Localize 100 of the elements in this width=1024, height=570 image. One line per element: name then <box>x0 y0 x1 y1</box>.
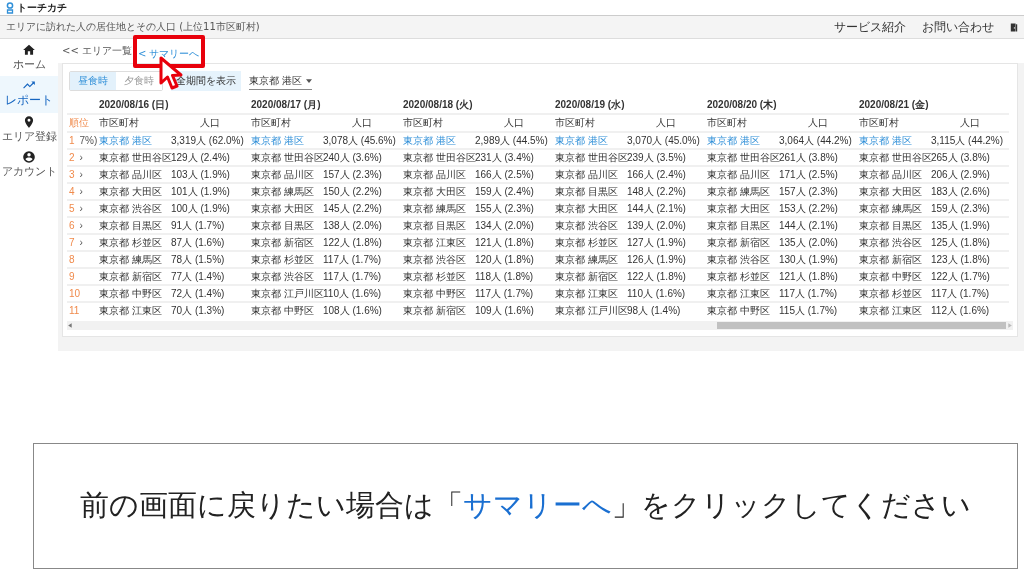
show-all-button[interactable]: 全期間を表示 <box>171 71 241 91</box>
sidebar-item[interactable]: アカウント <box>0 148 58 183</box>
population-value: 3,070人 (45.0%) <box>627 134 700 146</box>
home-icon <box>22 43 36 57</box>
area-dropdown[interactable]: 東京都 港区 <box>249 72 313 90</box>
column-header: 人口 <box>960 117 980 128</box>
population-value: 240人 (3.6%) <box>323 151 382 163</box>
rank-number: 7 <box>69 237 75 248</box>
population-value: 117人 (1.7%) <box>779 287 838 299</box>
area-name: 東京都 江東区 <box>707 287 770 299</box>
population-value: 139人 (2.0%) <box>627 219 686 231</box>
area-link[interactable]: 東京都 港区 <box>251 134 304 146</box>
area-list-link[interactable]: << エリア一覧 <box>62 44 132 58</box>
area-name: 東京都 江東区 <box>555 287 618 299</box>
sidebar-item[interactable]: エリア登録 <box>0 113 58 148</box>
population-value: 118人 (1.8%) <box>475 270 534 282</box>
population-value: 121人 (1.8%) <box>779 270 838 282</box>
population-value: 239人 (3.5%) <box>627 151 686 163</box>
area-link[interactable]: 東京都 港区 <box>859 134 912 146</box>
area-name: 東京都 品川区 <box>99 168 162 180</box>
header-link[interactable]: お問い合わせ <box>922 18 994 36</box>
area-name: 東京都 江東区 <box>99 304 162 316</box>
population-value: 110人 (1.6%) <box>323 287 382 299</box>
area-name: 東京都 新宿区 <box>859 253 922 265</box>
area-name: 東京都 渋谷区 <box>555 219 618 231</box>
population-value: 109人 (1.6%) <box>475 304 534 316</box>
area-name: 東京都 大田区 <box>403 185 466 197</box>
population-value: 265人 (3.8%) <box>931 151 990 163</box>
population-value: 2,989人 (44.5%) <box>475 134 548 146</box>
area-name: 東京都 渋谷区 <box>251 270 314 282</box>
overflow-text: › <box>79 169 83 180</box>
column-header: 市区町村 <box>707 117 747 128</box>
overflow-text: › <box>79 220 83 231</box>
location-pin-icon <box>22 115 36 129</box>
population-value: 3,064人 (44.2%) <box>779 134 852 146</box>
population-value: 157人 (2.3%) <box>323 168 382 180</box>
sidebar-item[interactable]: ホーム <box>0 41 58 76</box>
population-value: 159人 (2.4%) <box>475 185 534 197</box>
area-name: 東京都 新宿区 <box>403 304 466 316</box>
column-header: 人口 <box>656 117 676 128</box>
page-title: エリアに訪れた人の居住地とその人口 (上位11市区町村) <box>6 20 260 34</box>
population-value: 112人 (1.6%) <box>931 304 990 316</box>
overflow-text: › <box>79 186 83 197</box>
area-name: 東京都 世田谷区 <box>251 151 324 163</box>
area-name: 東京都 中野区 <box>251 304 314 316</box>
area-name: 東京都 目黒区 <box>859 219 922 231</box>
population-value: 100人 (1.9%) <box>171 202 230 214</box>
population-value: 135人 (1.9%) <box>931 219 990 231</box>
area-name: 東京都 練馬区 <box>555 253 618 265</box>
rank-number: 11 <box>69 305 80 316</box>
area-link[interactable]: 東京都 港区 <box>707 134 760 146</box>
horizontal-scrollbar[interactable] <box>67 321 1013 330</box>
population-value: 129人 (2.4%) <box>171 151 230 163</box>
column-header: 市区町村 <box>251 117 291 128</box>
population-value: 120人 (1.8%) <box>475 253 534 265</box>
population-value: 117人 (1.7%) <box>323 253 382 265</box>
population-value: 122人 (1.8%) <box>627 270 686 282</box>
population-value: 126人 (1.9%) <box>627 253 686 265</box>
population-value: 150人 (2.2%) <box>323 185 382 197</box>
population-value: 3,078人 (45.6%) <box>323 134 396 146</box>
column-header: 市区町村 <box>99 117 139 128</box>
area-name: 東京都 大田区 <box>859 185 922 197</box>
area-name: 東京都 練馬区 <box>99 253 162 265</box>
population-value: 171人 (2.5%) <box>779 168 838 180</box>
summary-link[interactable]: < サマリーへ <box>137 47 200 59</box>
rank-number: 9 <box>69 271 75 282</box>
area-link[interactable]: 東京都 港区 <box>99 134 152 146</box>
area-name: 東京都 目黒区 <box>251 219 314 231</box>
area-name: 東京都 杉並区 <box>859 287 922 299</box>
app-logo: トーチカチ <box>17 2 67 13</box>
population-value: 206人 (2.9%) <box>931 168 990 180</box>
area-name: 東京都 大田区 <box>555 202 618 214</box>
area-name: 東京都 目黒区 <box>707 219 770 231</box>
sidebar-item[interactable]: レポート <box>0 76 58 113</box>
toggle-button[interactable]: 昼食時 <box>70 72 116 90</box>
area-name: 東京都 練馬区 <box>403 202 466 214</box>
area-name: 東京都 渋谷区 <box>707 253 770 265</box>
area-name: 東京都 江東区 <box>859 304 922 316</box>
population-value: 166人 (2.5%) <box>475 168 534 180</box>
population-value: 98人 (1.4%) <box>627 304 681 316</box>
area-name: 東京都 江東区 <box>403 236 466 248</box>
account-icon <box>22 150 36 164</box>
area-name: 東京都 新宿区 <box>251 236 314 248</box>
header-link[interactable]: サービス紹介 <box>834 18 906 36</box>
population-value: 159人 (2.3%) <box>931 202 990 214</box>
rank-number: 3 <box>69 169 75 180</box>
scroll-left-icon[interactable] <box>67 322 74 329</box>
area-name: 東京都 渋谷区 <box>99 202 162 214</box>
area-name: 東京都 練馬区 <box>707 185 770 197</box>
population-value: 72人 (1.4%) <box>171 287 225 299</box>
area-link[interactable]: 東京都 港区 <box>403 134 456 146</box>
overflow-text: 7%) <box>79 135 98 146</box>
rank-number: 2 <box>69 152 75 163</box>
population-value: 3,115人 (44.2%) <box>931 134 1004 146</box>
rank-number: 10 <box>69 288 81 299</box>
date-header: 2020/08/18 (火) <box>403 99 473 110</box>
column-header: 市区町村 <box>859 117 899 128</box>
area-link[interactable]: 東京都 港区 <box>555 134 608 146</box>
door-icon[interactable] <box>1010 21 1018 33</box>
date-header: 2020/08/21 (金) <box>859 99 929 110</box>
